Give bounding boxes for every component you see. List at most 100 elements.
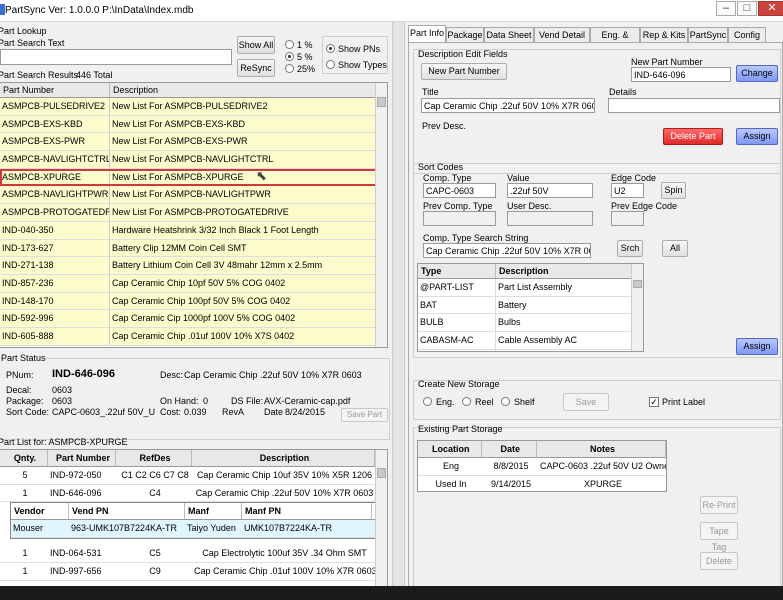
comp-type-row[interactable]: CABASM-CUSTCable Assembly Custom bbox=[418, 349, 643, 351]
show-pns-radio[interactable] bbox=[326, 44, 335, 53]
comp-type-row[interactable]: CABASM-AC Cable Assembly AC bbox=[418, 332, 643, 350]
comp-type-row[interactable]: BULB Bulbs bbox=[418, 314, 643, 333]
srch-button[interactable]: Srch bbox=[617, 240, 643, 257]
tab-vend-detail[interactable]: Vend Detail bbox=[534, 27, 590, 43]
result-row[interactable]: IND-040-350 Hardware Heatshrink 3/32 Inch… bbox=[0, 221, 387, 240]
tab-data-sheet[interactable]: Data Sheet bbox=[484, 27, 534, 43]
part-list-scrollbar[interactable] bbox=[375, 450, 387, 599]
pct-5-radio[interactable] bbox=[285, 52, 294, 61]
col-location[interactable]: Location bbox=[418, 441, 482, 457]
part-list-row[interactable]: 1 IND-997-656 C9 Cap Ceramic Chip .01uf 100… bbox=[0, 563, 387, 581]
ds-value[interactable]: AVX-Ceramic-cap.pdf bbox=[264, 396, 350, 406]
result-desc: Hardware Heatshrink 3/32 Inch Black 1 Fo… bbox=[112, 224, 319, 235]
col-qnty[interactable]: Qnty. bbox=[0, 450, 48, 466]
close-button[interactable]: ✕ bbox=[758, 1, 783, 16]
search-input[interactable] bbox=[0, 49, 232, 65]
result-desc: New List For ASMPCB-NAVLIGHTCTRL bbox=[112, 154, 274, 165]
tab-part-info[interactable]: Part Info bbox=[408, 25, 446, 43]
show-all-button[interactable]: Show All bbox=[237, 36, 275, 54]
result-row[interactable]: IND-271-138 Battery Lithium Coin Cell 3V … bbox=[0, 257, 387, 275]
reel-radio[interactable] bbox=[462, 397, 471, 406]
col-description[interactable]: Description bbox=[110, 83, 376, 97]
result-desc: Cap Ceramic Chip 100pf 50V 5% COG 0402 bbox=[112, 295, 291, 306]
result-row[interactable]: ASMPCB-PULSEDRIVE2 New List For ASMPCB-PU… bbox=[0, 98, 387, 116]
col-notes[interactable]: Notes bbox=[537, 441, 666, 457]
col-refdes[interactable]: RefDes bbox=[116, 450, 192, 466]
tab-rep-kits[interactable]: Rep & Kits bbox=[640, 27, 688, 43]
result-row[interactable]: ASMPCB-PROTOGATEDRIV New List For ASMPCB-… bbox=[0, 204, 387, 222]
result-row[interactable]: IND-592-996 Cap Ceramic Cip 1000pf 100V 5… bbox=[0, 310, 387, 328]
col-vendor[interactable]: Vendor bbox=[11, 503, 69, 520]
col-pn[interactable]: Part Number bbox=[48, 450, 116, 466]
col-desc[interactable]: Description bbox=[192, 450, 375, 466]
delete-storage-button[interactable]: Delete bbox=[700, 552, 738, 570]
result-row[interactable]: IND-605-888 Cap Ceramic Chip .01uf 100V 1… bbox=[0, 327, 387, 346]
tab-partsync[interactable]: PartSync bbox=[688, 27, 728, 43]
part-list-row[interactable]: 1 IND-064-531 C5 Cap Electrolytic 100uf 35V… bbox=[0, 545, 387, 564]
col-part-number[interactable]: Part Number bbox=[0, 83, 110, 97]
eng-radio[interactable] bbox=[423, 397, 432, 406]
new-part-number-button[interactable]: New Part Number bbox=[421, 63, 507, 80]
reprint-button[interactable]: Re-Print bbox=[700, 496, 738, 514]
search-string-input[interactable]: Cap Ceramic Chip .22uf 50V 10% X7R 060 bbox=[423, 243, 591, 258]
result-row[interactable]: ASMPCB-EXS-KBD New List For ASMPCB-EXS-KB… bbox=[0, 115, 387, 134]
shelf-radio[interactable] bbox=[501, 397, 510, 406]
tab-config[interactable]: Config bbox=[728, 27, 766, 43]
delete-part-button[interactable]: Delete Part bbox=[663, 128, 723, 145]
spin-button[interactable]: Spin bbox=[661, 182, 686, 199]
change-button[interactable]: Change bbox=[736, 65, 778, 82]
part-list-row[interactable]: 5 IND-972-050 C1 C2 C6 C7 C8 Cap Ceramic Ch… bbox=[0, 467, 387, 485]
storage-row[interactable]: Eng 8/8/2015 CAPC-0603 .22uf 50V U2 Owner bbox=[418, 458, 666, 476]
comp-type-scrollbar[interactable] bbox=[631, 264, 643, 351]
save-part-button[interactable]: Save Part bbox=[341, 408, 388, 422]
all-button[interactable]: All bbox=[662, 240, 688, 257]
col-manf-pn[interactable]: Manf PN bbox=[242, 503, 372, 520]
cursor-icon: ⬉ bbox=[256, 168, 267, 183]
tab-package[interactable]: Package bbox=[446, 27, 484, 43]
comp-type-input[interactable]: CAPC-0603 bbox=[423, 183, 496, 198]
result-row[interactable]: ASMPCB-NAVLIGHTPWR New List For ASMPCB-NA… bbox=[0, 186, 387, 205]
col-date[interactable]: Date bbox=[482, 441, 538, 457]
result-row[interactable]: IND-148-170 Cap Ceramic Chip 100pf 50V 5%… bbox=[0, 292, 387, 311]
details-input[interactable] bbox=[608, 98, 780, 113]
col-type-desc[interactable]: Description bbox=[496, 264, 632, 278]
result-row[interactable]: ASMPCB-NAVLIGHTCTRL New List For ASMPCB-N… bbox=[0, 151, 387, 169]
pct-25-radio[interactable] bbox=[285, 64, 294, 73]
vendor-row[interactable]: Mouser 963-UMK107B7224KA-TR Taiyo Yuden … bbox=[11, 520, 386, 539]
part-list-row[interactable]: 1 IND-646-096 C4 Cap Ceramic Chip .22uf 50V… bbox=[0, 485, 387, 503]
pane-splitter[interactable] bbox=[392, 22, 405, 590]
print-label-checkbox[interactable]: ✓ bbox=[649, 397, 659, 407]
show-types-radio[interactable] bbox=[326, 60, 335, 69]
tape-tag-button[interactable]: Tape Tag bbox=[700, 522, 738, 552]
pct-1-radio[interactable] bbox=[285, 40, 294, 49]
maximize-button[interactable]: □ bbox=[737, 1, 757, 16]
result-desc: Battery Clip 12MM Coin Cell SMT bbox=[112, 242, 247, 253]
print-label-text: Print Label bbox=[662, 397, 706, 407]
col-type[interactable]: Type bbox=[418, 264, 496, 278]
comp-type-row[interactable]: @PART-LIST Part List Assembly bbox=[418, 279, 643, 297]
part-refdes: C1 C2 C6 C7 C8 bbox=[121, 470, 189, 480]
title-input[interactable]: Cap Ceramic Chip .22uf 50V 10% X7R 0603 bbox=[421, 98, 595, 113]
minimize-button[interactable]: – bbox=[716, 1, 736, 16]
part-desc: Cap Ceramic Chip .22uf 50V 10% X7R 0603 bbox=[195, 487, 374, 498]
user-desc-input[interactable] bbox=[507, 211, 593, 226]
result-row[interactable]: ASMPCB-XPURGE New List For ASMPCB-XPURGE bbox=[0, 168, 387, 187]
assign-edit-button[interactable]: Assign bbox=[736, 128, 778, 145]
result-row[interactable]: IND-857-236 Cap Ceramic Chip 10pf 50V 5% … bbox=[0, 274, 387, 293]
storage-row[interactable]: Used In 9/14/2015 XPURGE bbox=[418, 476, 666, 491]
assign-sort-button[interactable]: Assign bbox=[736, 338, 778, 355]
value-input[interactable]: .22uf 50V bbox=[507, 183, 593, 198]
pct-25-label: 25% bbox=[297, 64, 316, 74]
sort-label: Sort Code: bbox=[6, 407, 50, 417]
col-vend-pn[interactable]: Vend PN bbox=[69, 503, 185, 520]
edge-code-input[interactable]: U2 bbox=[611, 183, 644, 198]
tab-eng-cad[interactable]: Eng. & CAD bbox=[590, 27, 640, 55]
new-pn-input[interactable]: IND-646-096 bbox=[631, 67, 731, 82]
result-row[interactable]: IND-173-627 Battery Clip 12MM Coin Cell S… bbox=[0, 239, 387, 258]
comp-type-row[interactable]: BAT Battery bbox=[418, 296, 643, 315]
resync-button[interactable]: ReSync bbox=[237, 59, 275, 77]
col-manf[interactable]: Manf bbox=[185, 503, 242, 520]
results-scrollbar[interactable] bbox=[375, 83, 387, 347]
storage-save-button[interactable]: Save bbox=[563, 393, 609, 411]
result-row[interactable]: ASMPCB-EXS-PWR New List For ASMPCB-EXS-PW… bbox=[0, 133, 387, 152]
